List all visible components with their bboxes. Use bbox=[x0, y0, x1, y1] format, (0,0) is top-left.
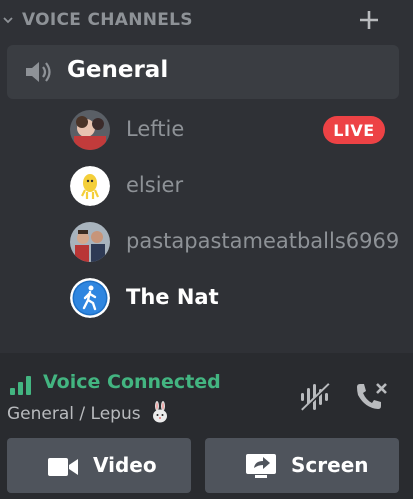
live-badge: LIVE bbox=[323, 116, 385, 144]
user-name: The Nat bbox=[126, 285, 219, 309]
avatar bbox=[70, 278, 110, 318]
avatar bbox=[70, 166, 110, 206]
user-name: Leftie bbox=[126, 117, 185, 141]
voice-user-the-nat[interactable]: The Nat bbox=[68, 276, 403, 320]
user-name: pastapastameatballs6969 bbox=[126, 229, 400, 253]
category-header[interactable]: VOICE CHANNELS bbox=[0, 0, 413, 40]
voice-connection-panel: Voice Connected General / Lepus Video Sc… bbox=[0, 353, 413, 499]
avatar bbox=[70, 222, 110, 262]
rabbit-emoji-icon bbox=[153, 401, 167, 423]
screen-button-label: Screen bbox=[291, 453, 369, 477]
plus-icon[interactable] bbox=[358, 9, 380, 31]
video-button[interactable]: Video bbox=[7, 438, 191, 493]
screen-share-icon bbox=[246, 454, 276, 478]
noise-suppression-icon[interactable] bbox=[298, 381, 332, 413]
video-button-label: Video bbox=[93, 453, 157, 477]
signal-strength-icon bbox=[10, 376, 31, 395]
voice-sidebar: VOICE CHANNELS General Leftie LIVE elsie… bbox=[0, 0, 413, 499]
channel-general[interactable]: General bbox=[7, 45, 399, 99]
voice-connected-status[interactable]: Voice Connected bbox=[43, 371, 221, 393]
user-name: elsier bbox=[126, 173, 184, 197]
chevron-down-icon[interactable] bbox=[2, 14, 14, 26]
voice-user-leftie[interactable]: Leftie LIVE bbox=[68, 108, 403, 152]
voice-user-pastapastameatballs6969[interactable]: pastapastameatballs6969 bbox=[68, 220, 403, 264]
channel-name: General bbox=[67, 57, 169, 83]
screen-share-button[interactable]: Screen bbox=[205, 438, 399, 493]
voice-user-elsier[interactable]: elsier bbox=[68, 164, 403, 208]
avatar bbox=[70, 110, 110, 150]
video-camera-icon bbox=[48, 458, 78, 476]
voice-location[interactable]: General / Lepus bbox=[7, 401, 170, 424]
disconnect-call-icon[interactable] bbox=[353, 381, 389, 413]
voice-location-text: General / Lepus bbox=[7, 404, 141, 424]
category-title: VOICE CHANNELS bbox=[22, 10, 193, 30]
speaker-icon bbox=[26, 62, 51, 82]
